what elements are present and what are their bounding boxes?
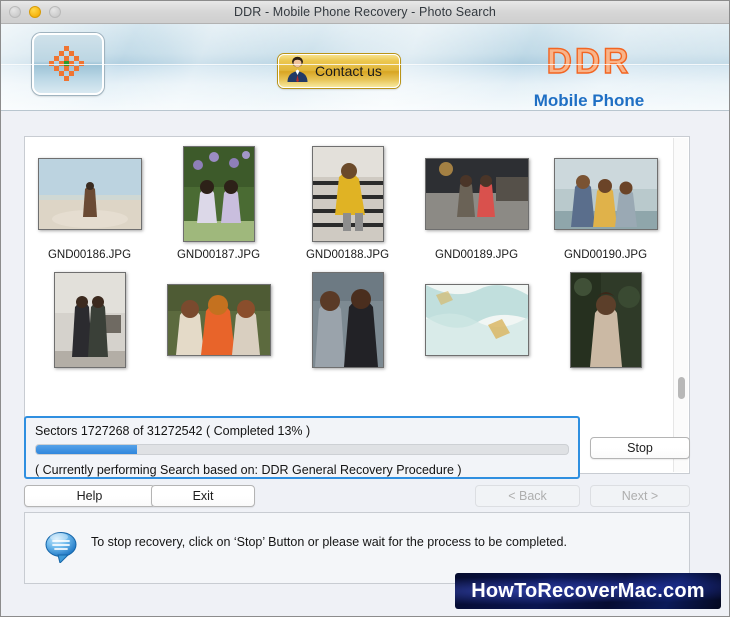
photo-thumbnail[interactable] (182, 146, 255, 242)
photo-thumbnail[interactable] (311, 272, 384, 368)
contact-us-button[interactable]: Contact us (278, 54, 400, 88)
photo-cell[interactable] (283, 271, 412, 385)
app-logo-icon (32, 33, 104, 95)
photo-filename: GND00187.JPG (176, 249, 261, 261)
photo-thumbnail[interactable] (569, 272, 642, 368)
window-title: DDR - Mobile Phone Recovery - Photo Sear… (234, 5, 496, 19)
photo-cell[interactable]: GND00190.JPG (541, 145, 670, 271)
help-button[interactable]: Help (24, 485, 155, 507)
speech-bubble-icon (45, 531, 79, 568)
vertical-scrollbar[interactable] (673, 138, 688, 472)
photo-filename: GND00186.JPG (47, 249, 132, 261)
photo-cell[interactable]: GND00186.JPG (25, 145, 154, 271)
brand-block: DDR Mobile Phone (499, 42, 679, 110)
photo-cell[interactable]: GND00182.JPG (154, 137, 283, 145)
photo-cell[interactable]: GND00185.JPG (541, 137, 670, 145)
progress-activity-text: ( Currently performing Search based on: … (35, 463, 462, 477)
photo-cell[interactable]: GND00187.JPG (154, 145, 283, 271)
photo-thumbnail[interactable] (166, 284, 271, 356)
close-button[interactable] (9, 6, 21, 18)
photo-grid: GND00181.JPG GND00182.JPG GND00183.JPG G… (25, 137, 670, 385)
main-body: GND00181.JPG GND00182.JPG GND00183.JPG G… (1, 111, 729, 616)
photo-row: GND00186.JPG GND00187.JPG GND00188.JPG G… (25, 145, 670, 271)
stop-button[interactable]: Stop (590, 437, 690, 459)
window-titlebar: DDR - Mobile Phone Recovery - Photo Sear… (1, 1, 729, 24)
person-avatar-icon (285, 55, 310, 87)
exit-button[interactable]: Exit (151, 485, 255, 507)
photo-thumbnail[interactable] (37, 158, 142, 230)
window-controls (9, 6, 61, 18)
photo-row: GND00181.JPG GND00182.JPG GND00183.JPG G… (25, 137, 670, 145)
brand-name: DDR (546, 42, 632, 81)
photo-cell[interactable]: GND00184.JPG (412, 137, 541, 145)
photo-cell[interactable] (541, 271, 670, 385)
progress-panel: Sectors 1727268 of 31272542 ( Completed … (24, 416, 580, 479)
progress-bar-fill (36, 445, 138, 454)
photo-cell[interactable]: GND00183.JPG (283, 137, 412, 145)
info-message: To stop recovery, click on ‘Stop’ Button… (91, 535, 567, 549)
contact-us-label: Contact us (315, 63, 382, 79)
header-banner: Contact us DDR Mobile Phone (1, 24, 729, 111)
photo-thumbnail[interactable] (553, 158, 658, 230)
watermark-badge: HowToRecoverMac.com (455, 573, 721, 609)
photo-cell[interactable] (25, 271, 154, 385)
app-window: DDR - Mobile Phone Recovery - Photo Sear… (0, 0, 730, 617)
progress-bar (35, 444, 569, 455)
progress-status-text: Sectors 1727268 of 31272542 ( Completed … (35, 424, 311, 438)
photo-thumbnail[interactable] (311, 146, 384, 242)
photo-cell[interactable]: GND00188.JPG (283, 145, 412, 271)
photo-row (25, 271, 670, 385)
back-button: < Back (475, 485, 580, 507)
photo-cell[interactable]: GND00189.JPG (412, 145, 541, 271)
zoom-button[interactable] (49, 6, 61, 18)
photo-thumbnail[interactable] (424, 284, 529, 356)
next-button: Next > (590, 485, 690, 507)
watermark-text: HowToRecoverMac.com (471, 579, 705, 602)
minimize-button[interactable] (29, 6, 41, 18)
photo-filename: GND00188.JPG (305, 249, 390, 261)
photo-filename: GND00190.JPG (563, 249, 648, 261)
photo-cell[interactable] (154, 271, 283, 385)
photo-cell[interactable]: GND00181.JPG (25, 137, 154, 145)
photo-thumbnail[interactable] (424, 158, 529, 230)
brand-subtitle: Mobile Phone (533, 91, 645, 110)
photo-filename: GND00189.JPG (434, 249, 519, 261)
scrollbar-thumb[interactable] (678, 377, 685, 399)
photo-thumbnail[interactable] (53, 272, 126, 368)
photo-cell[interactable] (412, 271, 541, 385)
